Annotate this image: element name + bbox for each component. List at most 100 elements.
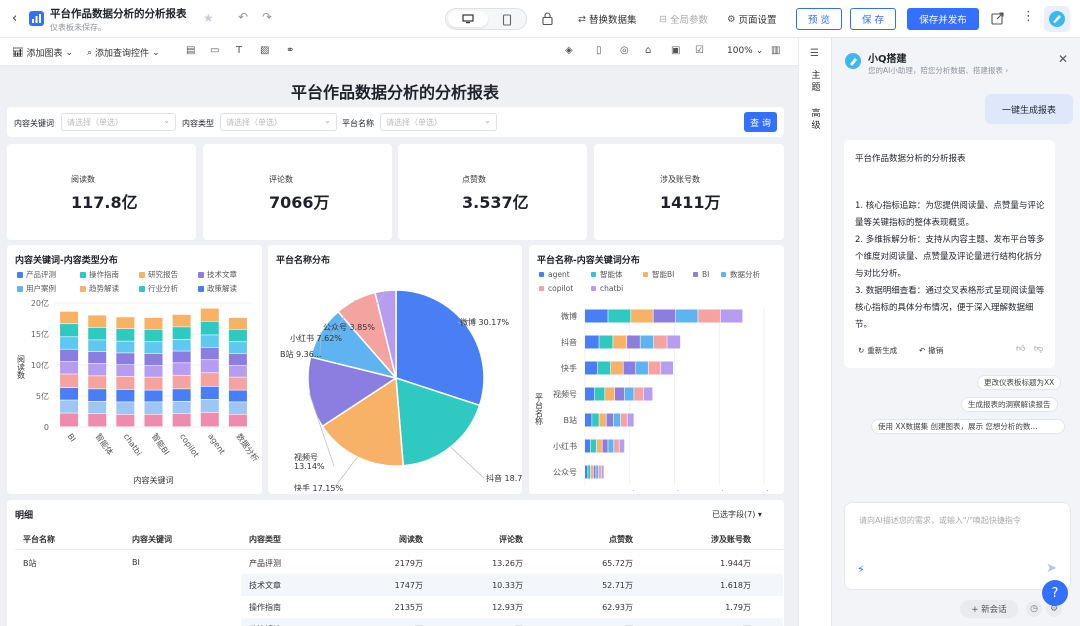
suggestion-chip[interactable]: 使用 XX数据集 创建图表，展示 您想分析的数... — [871, 419, 1065, 434]
assistant-avatar-icon — [845, 53, 861, 69]
help-icon[interactable]: ? — [1042, 580, 1068, 606]
link-icon[interactable]: ⚭ — [286, 45, 294, 56]
thumbs-up-icon[interactable]: 👍︎ — [1016, 344, 1025, 354]
bar-segment — [60, 311, 79, 324]
replace-dataset-button[interactable]: ⇄ 替换数据集 — [578, 12, 636, 27]
tab-advanced[interactable]: 高级 — [809, 108, 823, 132]
page-settings-button[interactable]: ⚙ 页面设置 — [727, 12, 777, 27]
filter-icon[interactable]: ◎ — [620, 45, 629, 56]
platform-placeholder: 请选择（单选） — [386, 117, 442, 127]
bar-segment — [627, 413, 634, 427]
legend-item[interactable]: 技术文章 — [198, 269, 237, 280]
table-cell: 操作指南 — [249, 603, 281, 612]
selected-fields-button[interactable]: 已选字段(7) ▾ — [712, 509, 762, 520]
add-chart-button[interactable]: 📊︎ 添加图表 ⌄ — [12, 46, 73, 60]
lock-icon[interactable] — [542, 12, 553, 25]
undo-reply-button[interactable]: ↶ 撤销 — [919, 345, 943, 356]
assistant-tagline[interactable]: 您的AI小助理，陪您分析数据、搭建报表 › — [868, 65, 1008, 76]
chevron-down-icon: ⌄ — [755, 46, 764, 56]
save-button[interactable]: 保 存 — [850, 8, 896, 30]
preview-button[interactable]: 预 览 — [796, 8, 842, 30]
preview-data-icon[interactable]: ▣ — [671, 45, 680, 56]
legend-swatch — [643, 272, 648, 277]
bar-segment — [88, 351, 107, 364]
save-publish-button[interactable]: 保存并发布 — [907, 8, 979, 30]
add-query-control-button[interactable]: ⌕ 添加查询控件 ⌄ — [87, 46, 160, 60]
theme-icon[interactable]: ◈ — [565, 45, 573, 56]
bar-segment — [631, 309, 653, 323]
lock-layout-icon[interactable]: ⌂ — [645, 45, 651, 56]
tab-container-icon[interactable]: ▭ — [210, 45, 219, 56]
bar-segment — [228, 414, 247, 427]
mobile-icon[interactable] — [502, 14, 512, 26]
ai-assistant-toggle[interactable] — [1044, 6, 1070, 32]
bar-segment — [594, 387, 605, 401]
suggestion-chip[interactable]: 更改仪表板标题为XX — [977, 375, 1062, 390]
dashboard-title[interactable]: 平台作品数据分析的分析报表 — [50, 6, 187, 21]
regenerate-button[interactable]: ↻ 重新生成 — [858, 345, 897, 356]
x-tick-label: 数据分析 — [234, 431, 261, 463]
prompt-box[interactable]: 请向AI描述您的需求，或输入"/"唤起快捷指令 ⚡︎ ➤ — [844, 502, 1071, 590]
image-icon[interactable]: ▨ — [260, 45, 269, 56]
send-icon[interactable]: ➤ — [1046, 561, 1057, 576]
collapse-icon[interactable]: ☰ — [810, 48, 819, 59]
legend-item[interactable]: 研究报告 — [139, 269, 178, 280]
legend-item[interactable]: 产品评测 — [17, 269, 56, 280]
crosstable-icon[interactable]: ▤ — [186, 45, 195, 56]
table-cell: 52.71万 — [602, 581, 633, 590]
back-icon[interactable]: ‹ — [12, 11, 17, 26]
share-icon[interactable] — [991, 12, 1004, 25]
legend-item[interactable]: 行业分析 — [139, 283, 178, 294]
kpi-card: 点赞数 3.537亿 — [398, 144, 587, 240]
column-header: 内容类型 — [249, 535, 281, 544]
legend-label: 技术文章 — [207, 270, 237, 279]
filter-bar: 内容关键词 请选择（单选） ⌄ 内容类型 请选择（单选） ⌄ 平台名称 请选择（单选… — [7, 107, 784, 137]
legend-swatch — [721, 272, 726, 277]
global-params-button[interactable]: ⊟ 全局参数 — [659, 12, 708, 27]
bar-segment — [627, 335, 640, 349]
chart-card-keyword-type: 内容关键词-内容类型分布 产品评测 操作指南 研究报告 技术文章 用户案例 趋势… — [7, 245, 262, 494]
new-chat-button[interactable]: + 新会话 — [960, 600, 1018, 618]
query-button[interactable]: 查 询 — [744, 112, 777, 132]
x-tick-label: 智能BI — [150, 431, 172, 456]
pie-chart: 微博 30.17% 抖音 18.73% 快手 17.15% 视频号13.14% B站 9… — [280, 289, 522, 491]
legend-swatch — [591, 286, 596, 291]
table-row: 技术文章 1747万 10.33万 52.71万 1.618万 — [15, 574, 783, 596]
suggestion-chip[interactable]: 生成报表的洞察解读报告 — [961, 397, 1058, 412]
legend-label: 趋势解读 — [89, 284, 119, 293]
legend-item[interactable]: 政策解读 — [198, 283, 237, 294]
undo-icon[interactable]: ↶ — [238, 10, 248, 24]
redo-icon[interactable]: ↷ — [262, 10, 272, 24]
bar-segment — [144, 390, 163, 402]
tab-theme[interactable]: 主题 — [809, 70, 823, 94]
chevron-down-icon: ⌄ — [152, 47, 160, 58]
legend-item[interactable]: 用户案例 — [17, 283, 56, 294]
bar-segment — [60, 400, 79, 413]
bar-segment — [588, 465, 591, 479]
bar-segment — [720, 309, 743, 323]
history-icon[interactable]: ◷ — [1026, 601, 1042, 617]
checklist-icon[interactable]: ☑ — [695, 45, 704, 56]
keyword-select[interactable]: 请选择（单选） ⌄ — [61, 113, 176, 131]
desktop-view-toggle[interactable] — [448, 11, 488, 27]
y-tick-label: 5亿 — [36, 391, 49, 401]
more-icon[interactable]: ⋮ — [1022, 9, 1035, 24]
magic-wand-icon[interactable]: ⚡︎ — [857, 563, 865, 576]
doc-icon[interactable]: ▯ — [596, 45, 602, 56]
bar-segment — [613, 335, 627, 349]
text-icon[interactable]: T — [236, 45, 242, 56]
zoom-select[interactable]: 100% ⌄ — [727, 46, 763, 56]
legend-label: BI — [702, 270, 709, 279]
reply-title: 平台作品数据分析的分析报表 — [855, 154, 966, 164]
legend-item[interactable]: 操作指南 — [80, 269, 119, 280]
bar-segment — [593, 465, 596, 479]
close-icon[interactable]: ✕ — [1058, 52, 1068, 66]
y-tick-label: 15亿 — [31, 329, 49, 339]
thumbs-down-icon[interactable]: 👎︎ — [1034, 344, 1043, 354]
star-icon[interactable]: ★ — [203, 11, 214, 25]
type-select[interactable]: 请选择（单选） ⌄ — [220, 113, 337, 131]
bar-segment — [60, 361, 79, 374]
layout-icon[interactable]: ▥ — [771, 45, 780, 56]
legend-item[interactable]: 趋势解读 — [80, 283, 119, 294]
platform-select[interactable]: 请选择（单选） ⌄ — [380, 113, 497, 131]
